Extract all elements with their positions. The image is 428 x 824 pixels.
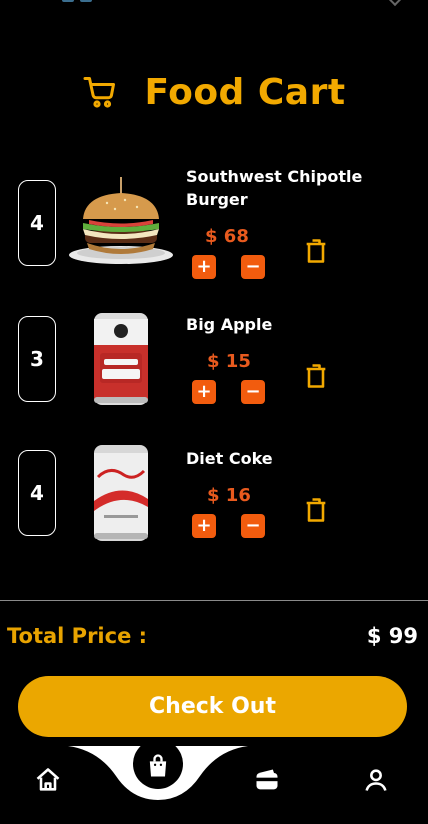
total-price-value: $ 99: [366, 624, 418, 648]
increment-button[interactable]: +: [192, 514, 216, 538]
delete-icon[interactable]: [302, 495, 330, 525]
increment-button[interactable]: +: [192, 380, 216, 404]
home-icon[interactable]: [34, 766, 62, 794]
shopping-bag-icon[interactable]: [144, 752, 172, 780]
item-name: Big Apple: [186, 315, 273, 334]
quantity-display: 4: [18, 180, 56, 266]
status-bar: [0, 0, 428, 10]
cart-item: 3 Big Apple $ 15 + −: [0, 304, 428, 414]
checkout-button[interactable]: Check Out: [18, 676, 407, 737]
decrement-button[interactable]: −: [241, 380, 265, 404]
increment-button[interactable]: +: [192, 255, 216, 279]
delete-icon[interactable]: [302, 361, 330, 391]
profile-icon[interactable]: [362, 766, 390, 794]
item-price: $ 15: [207, 351, 251, 372]
item-name: Southwest Chipotle Burger: [186, 167, 363, 209]
item-price: $ 68: [205, 226, 249, 247]
shopping-cart-icon: [83, 77, 116, 108]
decrement-button[interactable]: −: [241, 255, 265, 279]
cart-item: 4 Diet Coke $ 16 + −: [0, 438, 428, 548]
cart-item: 4 Southwest Chipotle Burger $ 68 + −: [0, 167, 428, 279]
quantity-display: 4: [18, 450, 56, 536]
burger-image: [66, 168, 176, 278]
total-price-label: Total Price :: [7, 624, 148, 648]
bottom-nav: [0, 746, 428, 824]
wallet-icon[interactable]: [253, 766, 281, 794]
diet-coke-can-image: [66, 438, 176, 548]
divider: [0, 600, 428, 601]
chevron-down-icon: [387, 0, 403, 7]
status-indicator-icon: [80, 0, 92, 2]
decrement-button[interactable]: −: [241, 514, 265, 538]
page-title: Food Cart: [144, 71, 346, 113]
quantity-display: 3: [18, 316, 56, 402]
status-indicator-icon: [62, 0, 74, 2]
item-name: Diet Coke: [186, 449, 273, 468]
big-apple-can-image: [66, 304, 176, 414]
item-price: $ 16: [207, 485, 251, 506]
page-header: Food Cart: [0, 64, 428, 120]
delete-icon[interactable]: [302, 236, 330, 266]
